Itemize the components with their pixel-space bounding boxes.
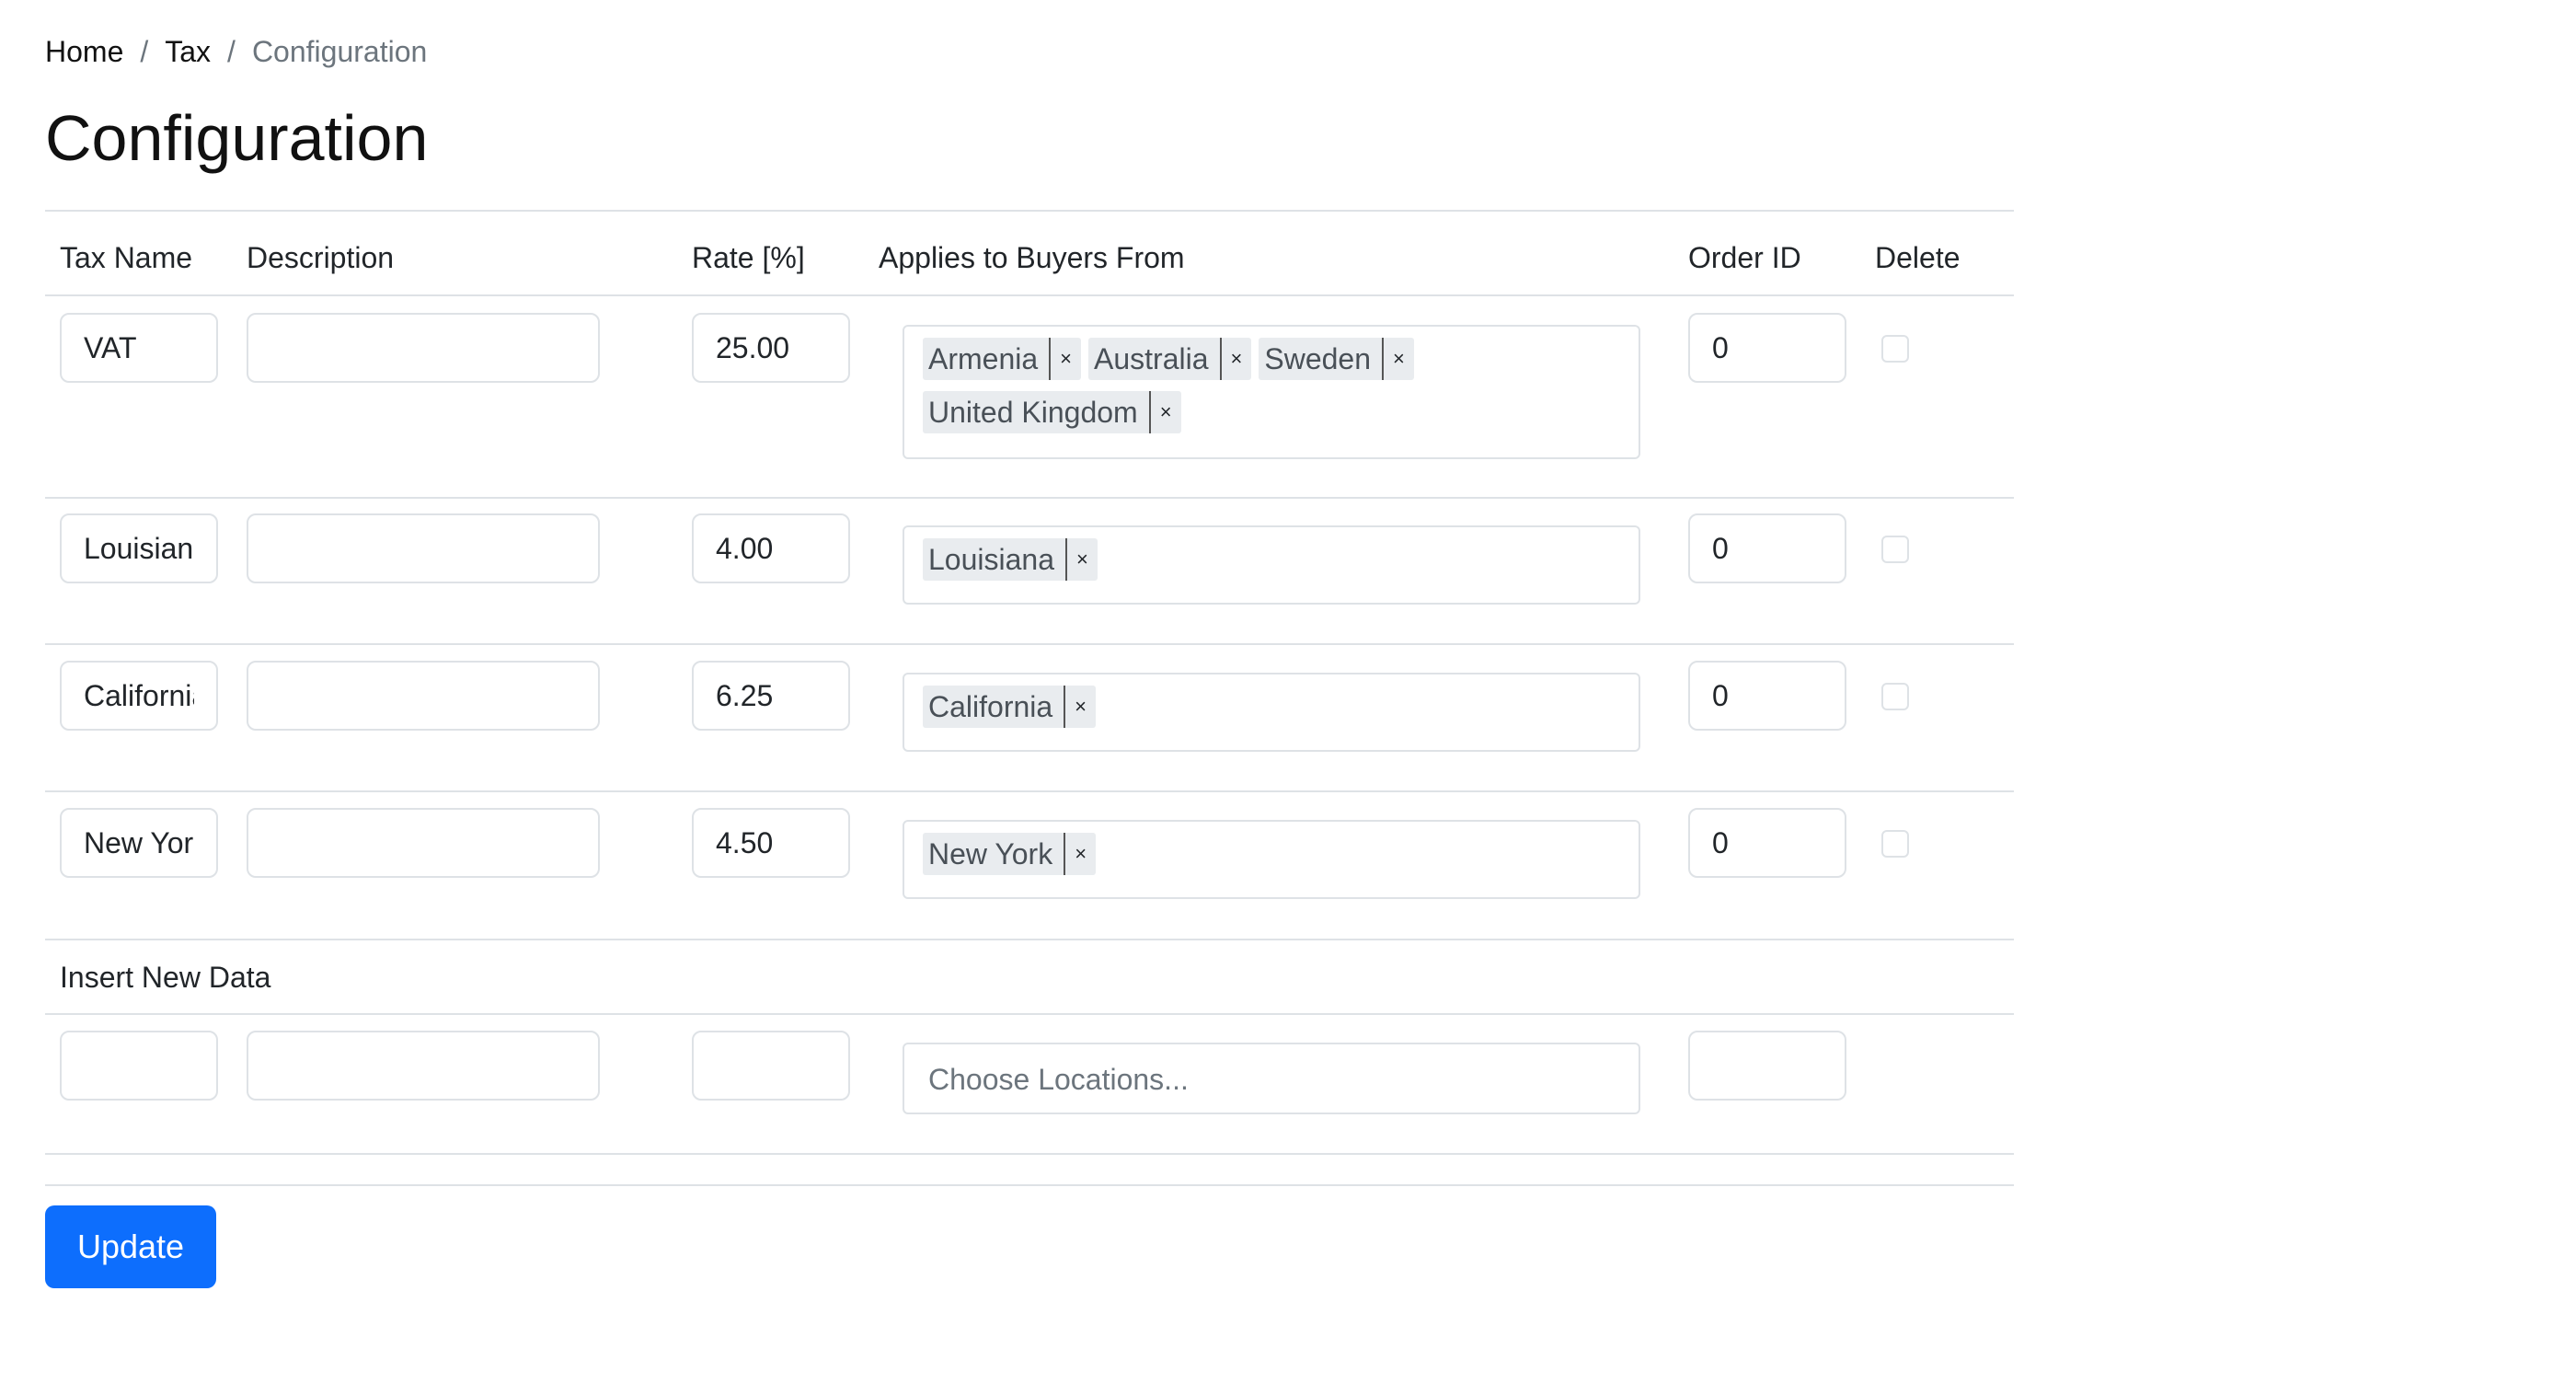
row-divider: [45, 1153, 2014, 1155]
location-tag-label: Sweden: [1264, 341, 1372, 375]
remove-tag-icon[interactable]: ×: [1219, 338, 1252, 380]
location-tag-label: Armenia: [928, 341, 1039, 375]
breadcrumb-home-link[interactable]: Home: [45, 31, 123, 72]
order-id-input[interactable]: [1688, 513, 1846, 583]
row-divider: [45, 790, 2014, 792]
tax-name-input[interactable]: [60, 661, 218, 731]
description-input[interactable]: [247, 313, 600, 383]
delete-checkbox[interactable]: [1881, 830, 1909, 858]
rate-input[interactable]: [692, 808, 850, 878]
new-rate-input[interactable]: [692, 1031, 850, 1101]
title-divider: [45, 210, 2014, 212]
header-divider: [45, 294, 2014, 296]
breadcrumb-current: Configuration: [251, 35, 428, 68]
locations-multiselect[interactable]: Louisiana ×: [903, 525, 1640, 605]
header-delete: Delete: [1875, 241, 1961, 274]
header-description: Description: [247, 241, 395, 274]
delete-checkbox[interactable]: [1881, 335, 1909, 363]
location-tag-label: Louisiana: [928, 542, 1054, 576]
locations-multiselect[interactable]: Armenia × Australia × Sweden × United Kingd…: [903, 325, 1640, 459]
header-rate: Rate [%]: [692, 241, 805, 274]
delete-checkbox[interactable]: [1881, 536, 1909, 563]
page-title: Configuration: [45, 102, 429, 174]
row-divider: [45, 643, 2014, 645]
breadcrumb-tax-link[interactable]: Tax: [165, 31, 211, 72]
header-tax-name: Tax Name: [60, 241, 193, 274]
row-divider: [45, 497, 2014, 499]
location-tag-label: New York: [928, 836, 1053, 870]
location-tag: California ×: [923, 686, 1097, 728]
tax-name-input[interactable]: [60, 313, 218, 383]
remove-tag-icon[interactable]: ×: [1049, 338, 1081, 380]
locations-multiselect[interactable]: New York ×: [903, 820, 1640, 899]
order-id-input[interactable]: [1688, 313, 1846, 383]
new-locations-multiselect[interactable]: Choose Locations...: [903, 1043, 1640, 1114]
tax-name-input[interactable]: [60, 513, 218, 583]
new-tax-name-input[interactable]: [60, 1031, 218, 1101]
location-tag: United Kingdom ×: [923, 391, 1181, 433]
location-tag: Australia ×: [1088, 338, 1252, 380]
location-tag: Sweden ×: [1259, 338, 1414, 380]
description-input[interactable]: [247, 808, 600, 878]
new-description-input[interactable]: [247, 1031, 600, 1101]
footer-divider: [45, 1184, 2014, 1186]
remove-tag-icon[interactable]: ×: [1064, 833, 1096, 875]
tax-name-input[interactable]: [60, 808, 218, 878]
insert-divider: [45, 1013, 2014, 1015]
location-tag-label: Australia: [1094, 341, 1209, 375]
remove-tag-icon[interactable]: ×: [1148, 391, 1181, 433]
location-tag: Louisiana ×: [923, 538, 1098, 581]
remove-tag-icon[interactable]: ×: [1064, 686, 1096, 728]
rate-input[interactable]: [692, 313, 850, 383]
breadcrumb: Home / Tax / Configuration: [45, 31, 427, 72]
header-applies-to: Applies to Buyers From: [879, 241, 1185, 274]
new-order-id-input[interactable]: [1688, 1031, 1846, 1101]
description-input[interactable]: [247, 513, 600, 583]
location-tag: Armenia ×: [923, 338, 1082, 380]
breadcrumb-separator: /: [140, 35, 149, 68]
header-order-id: Order ID: [1688, 241, 1801, 274]
update-button[interactable]: Update: [45, 1205, 216, 1288]
rate-input[interactable]: [692, 661, 850, 731]
remove-tag-icon[interactable]: ×: [1382, 338, 1414, 380]
breadcrumb-separator: /: [227, 35, 236, 68]
locations-multiselect[interactable]: California ×: [903, 673, 1640, 752]
description-input[interactable]: [247, 661, 600, 731]
remove-tag-icon[interactable]: ×: [1065, 538, 1098, 581]
insert-new-data-label: Insert New Data: [60, 961, 271, 994]
order-id-input[interactable]: [1688, 808, 1846, 878]
delete-checkbox[interactable]: [1881, 683, 1909, 710]
location-tag-label: California: [928, 689, 1053, 723]
order-id-input[interactable]: [1688, 661, 1846, 731]
rate-input[interactable]: [692, 513, 850, 583]
row-divider: [45, 939, 2014, 940]
locations-placeholder: Choose Locations...: [928, 1063, 1189, 1096]
location-tag-label: United Kingdom: [928, 395, 1138, 429]
location-tag: New York ×: [923, 833, 1097, 875]
